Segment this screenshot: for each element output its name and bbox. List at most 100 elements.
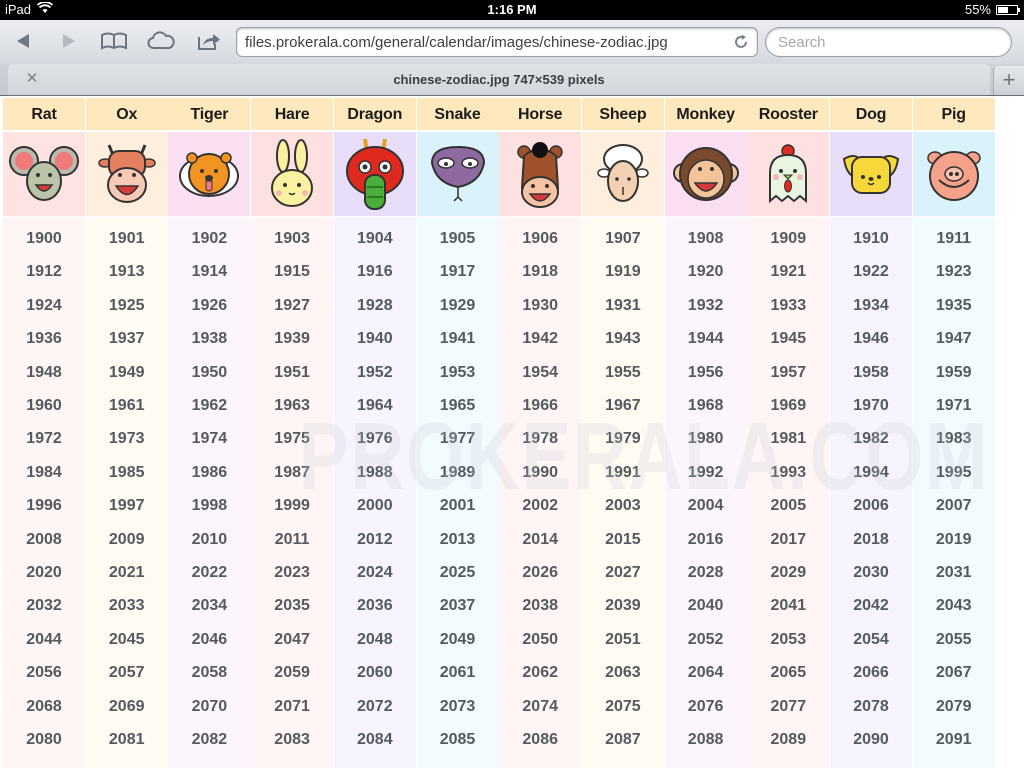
year-cell: 1970	[853, 397, 889, 414]
year-cell: 2002	[522, 497, 558, 515]
year-cell: 1937	[108, 330, 145, 348]
year-cell: 2047	[274, 630, 310, 648]
year-cell: 1945	[770, 330, 807, 348]
year-list: 1907 1919 1931 1943 1955 1967 1979 1991 2003 2015…	[581, 217, 664, 768]
year-list: 1903 1915 1927 1939 1951 1963 1975 1987 1999 2011…	[251, 217, 334, 768]
back-arrow-icon	[17, 34, 29, 48]
year-cell: 2027	[605, 564, 641, 581]
bookmarks-button[interactable]	[99, 28, 129, 54]
year-cell: 1921	[770, 263, 807, 281]
year-cell: 2091	[935, 731, 972, 748]
year-cell: 2025	[439, 564, 476, 581]
year-cell: 2038	[522, 597, 558, 615]
year-cell: 1933	[770, 296, 807, 314]
page-content: Rat 1900 1912 1924 1936 1948 1960 1972 1984 1996 2…	[0, 97, 1024, 768]
year-cell: 1966	[522, 397, 558, 414]
rat-face-icon	[3, 132, 85, 216]
year-cell: 2031	[935, 564, 972, 581]
year-cell: 1992	[687, 463, 724, 481]
year-cell: 1952	[357, 363, 393, 381]
year-cell: 1907	[605, 230, 641, 247]
year-cell: 1995	[935, 463, 972, 481]
tab-chinese-zodiac[interactable]: ✕ chinese-zodiac.jpg 747×539 pixels	[8, 64, 990, 95]
year-cell: 2073	[439, 697, 476, 715]
dragon-face-icon	[333, 132, 416, 216]
search-field[interactable]	[765, 27, 1012, 57]
year-cell: 1999	[274, 497, 310, 515]
snake-face-icon	[416, 132, 499, 216]
year-cell: 2052	[687, 630, 724, 648]
year-cell: 1991	[605, 463, 641, 481]
zodiac-column-ox: Ox 1901 1913 1925 1937 1949 1961 1973 1985 1997 20…	[85, 97, 168, 768]
icloud-tabs-button[interactable]	[146, 28, 176, 54]
year-cell: 2011	[274, 530, 310, 548]
year-cell: 2016	[687, 530, 724, 548]
year-cell: 1929	[439, 296, 476, 314]
year-cell: 1990	[522, 463, 558, 481]
year-cell: 2064	[687, 664, 724, 682]
year-cell: 2042	[853, 597, 889, 615]
year-cell: 1998	[191, 497, 228, 515]
year-cell: 1920	[687, 263, 724, 281]
share-button[interactable]	[194, 28, 224, 54]
year-cell: 1906	[522, 230, 558, 247]
forward-button[interactable]	[54, 28, 84, 54]
year-cell: 1942	[522, 330, 558, 348]
year-cell: 1976	[357, 430, 393, 448]
year-cell: 1973	[108, 430, 145, 448]
year-cell: 2082	[191, 731, 228, 748]
year-cell: 1965	[439, 397, 476, 414]
year-cell: 1947	[935, 330, 972, 348]
address-bar[interactable]: files.prokerala.com/general/calendar/ima…	[236, 27, 758, 57]
year-cell: 2068	[26, 697, 62, 715]
year-cell: 1930	[522, 296, 558, 314]
year-cell: 2028	[687, 564, 724, 581]
back-button[interactable]	[8, 28, 38, 54]
year-cell: 2044	[26, 630, 62, 648]
year-cell: 1986	[191, 463, 228, 481]
year-cell: 1969	[770, 397, 807, 414]
zodiac-column-tiger: Tiger 1902 1914 1926 1938 1950 1962 1974 1986 199…	[168, 97, 251, 768]
year-cell: 1904	[357, 230, 393, 247]
animal-name: Monkey	[664, 98, 747, 130]
year-cell: 1901	[108, 230, 145, 247]
year-cell: 1917	[439, 263, 476, 281]
year-cell: 2010	[191, 530, 228, 548]
year-cell: 1955	[605, 363, 641, 381]
url-text[interactable]: files.prokerala.com/general/calendar/ima…	[245, 34, 668, 51]
year-cell: 1939	[274, 330, 310, 348]
year-cell: 1974	[191, 430, 228, 448]
year-cell: 1961	[108, 397, 145, 414]
year-cell: 2041	[770, 597, 807, 615]
animal-name: Horse	[499, 98, 582, 130]
bookmarks-book-icon	[101, 32, 127, 50]
search-input[interactable]	[778, 34, 998, 51]
year-cell: 2034	[191, 597, 228, 615]
pig-face-icon	[912, 132, 995, 216]
year-list: 1909 1921 1933 1945 1957 1969 1981 1993 2005 2017…	[747, 217, 830, 768]
reload-button[interactable]	[731, 32, 751, 52]
share-icon	[198, 34, 220, 50]
year-cell: 2033	[108, 597, 145, 615]
year-cell: 2029	[770, 564, 807, 581]
year-cell: 1977	[439, 430, 476, 448]
year-cell: 1959	[935, 363, 972, 381]
zodiac-column-hare: Hare 1903 1915 1927 1939 1951 1963 1975 1987 1999…	[251, 97, 334, 768]
year-cell: 2003	[605, 497, 641, 515]
year-cell: 2067	[935, 664, 972, 682]
year-cell: 1950	[191, 363, 228, 381]
year-cell: 1913	[108, 263, 145, 281]
new-tab-button[interactable]: +	[993, 66, 1024, 95]
year-cell: 2019	[935, 530, 972, 548]
animal-name: Sheep	[581, 98, 664, 130]
year-cell: 1956	[687, 363, 724, 381]
year-cell: 2062	[522, 664, 558, 682]
year-cell: 2081	[108, 731, 145, 748]
year-cell: 2043	[935, 597, 972, 615]
year-cell: 1940	[357, 330, 393, 348]
year-cell: 1993	[770, 463, 807, 481]
year-cell: 1971	[935, 397, 972, 414]
reload-icon	[735, 34, 747, 48]
year-list: 1900 1912 1924 1936 1948 1960 1972 1984 1996 2008…	[3, 217, 85, 768]
year-cell: 2085	[439, 731, 476, 748]
